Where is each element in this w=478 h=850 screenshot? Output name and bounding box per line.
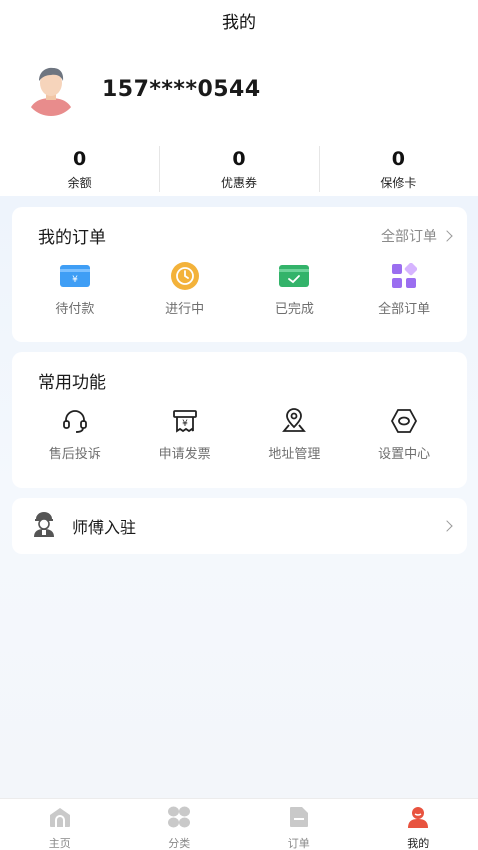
svg-text:¥: ¥ (182, 419, 188, 429)
after-sales-complaint[interactable]: 售后投诉 (20, 407, 130, 462)
page-title: 我的 (222, 12, 256, 33)
order-completed[interactable]: 已完成 (240, 262, 350, 317)
warranty-label: 保修卡 (380, 176, 417, 190)
svg-text:¥: ¥ (72, 275, 78, 285)
functions-card: 常用功能 售后投诉 ¥ 申请发票 地址管理 设置中心 (12, 352, 467, 488)
profile-icon (406, 806, 430, 832)
home-icon (48, 806, 72, 832)
tab-orders[interactable]: 订单 (239, 799, 359, 850)
order-doc-icon (288, 806, 310, 832)
order-all[interactable]: 全部订单 (349, 262, 459, 317)
coupons-value: 0 (232, 148, 246, 170)
tab-profile-label: 我的 (407, 837, 430, 850)
tab-category[interactable]: 分类 (120, 799, 240, 850)
warranty-value: 0 (391, 148, 405, 170)
all-orders-link[interactable]: 全部订单 (381, 226, 453, 246)
all-orders-link-label: 全部订单 (381, 228, 437, 245)
order-completed-label: 已完成 (274, 302, 314, 317)
chevron-right-icon (441, 520, 453, 532)
check-card-icon (278, 262, 310, 290)
stats-row: 0 余额 0 优惠券 0 保修卡 (0, 146, 478, 192)
stat-warranty[interactable]: 0 保修卡 (318, 146, 478, 192)
order-in-progress[interactable]: 进行中 (130, 262, 240, 317)
after-sales-complaint-label: 售后投诉 (48, 447, 101, 462)
order-pending-payment[interactable]: ¥ 待付款 (20, 262, 130, 317)
balance-label: 余额 (67, 176, 92, 190)
worker-icon (32, 511, 56, 541)
tab-category-label: 分类 (168, 837, 191, 850)
tab-home-label: 主页 (48, 837, 71, 850)
master-onboarding-row[interactable]: 师傅入驻 (12, 498, 467, 554)
avatar[interactable] (24, 62, 78, 116)
chevron-right-icon (441, 229, 453, 242)
address-management[interactable]: 地址管理 (240, 407, 350, 462)
tab-home[interactable]: 主页 (0, 799, 120, 850)
address-management-label: 地址管理 (268, 447, 321, 462)
invoice-icon: ¥ (169, 407, 201, 435)
master-onboarding-label: 师傅入驻 (72, 518, 137, 537)
order-pending-payment-label: 待付款 (55, 302, 95, 317)
settings-center-label: 设置中心 (378, 447, 431, 462)
phone-number: 157****0544 (102, 76, 261, 102)
orders-card: 我的订单 全部订单 ¥ 待付款 进行中 已完成 全部订单 (12, 207, 467, 342)
apply-invoice-label: 申请发票 (158, 447, 211, 462)
stat-balance[interactable]: 0 余额 (0, 146, 159, 191)
apply-invoice[interactable]: ¥ 申请发票 (130, 407, 240, 462)
location-pin-icon (278, 407, 310, 435)
order-all-label: 全部订单 (378, 302, 431, 317)
category-icon (167, 806, 191, 832)
stat-coupons[interactable]: 0 优惠券 (159, 146, 318, 192)
bottom-tab-bar: 主页 分类 订单 我的 (0, 798, 478, 850)
tab-profile[interactable]: 我的 (359, 799, 478, 850)
orders-title: 我的订单 (38, 228, 106, 248)
headset-icon (59, 407, 91, 435)
payment-card-icon: ¥ (59, 262, 91, 290)
settings-hexagon-icon (388, 407, 420, 435)
grid-icon (388, 262, 420, 290)
balance-value: 0 (73, 148, 87, 170)
top-bar: 我的 (0, 0, 478, 40)
clock-icon (169, 262, 201, 290)
order-in-progress-label: 进行中 (165, 302, 205, 317)
profile-section[interactable]: 157****0544 (24, 62, 261, 116)
coupons-label: 优惠券 (220, 176, 257, 190)
settings-center[interactable]: 设置中心 (349, 407, 459, 462)
functions-title: 常用功能 (38, 373, 106, 393)
tab-orders-label: 订单 (287, 837, 310, 850)
